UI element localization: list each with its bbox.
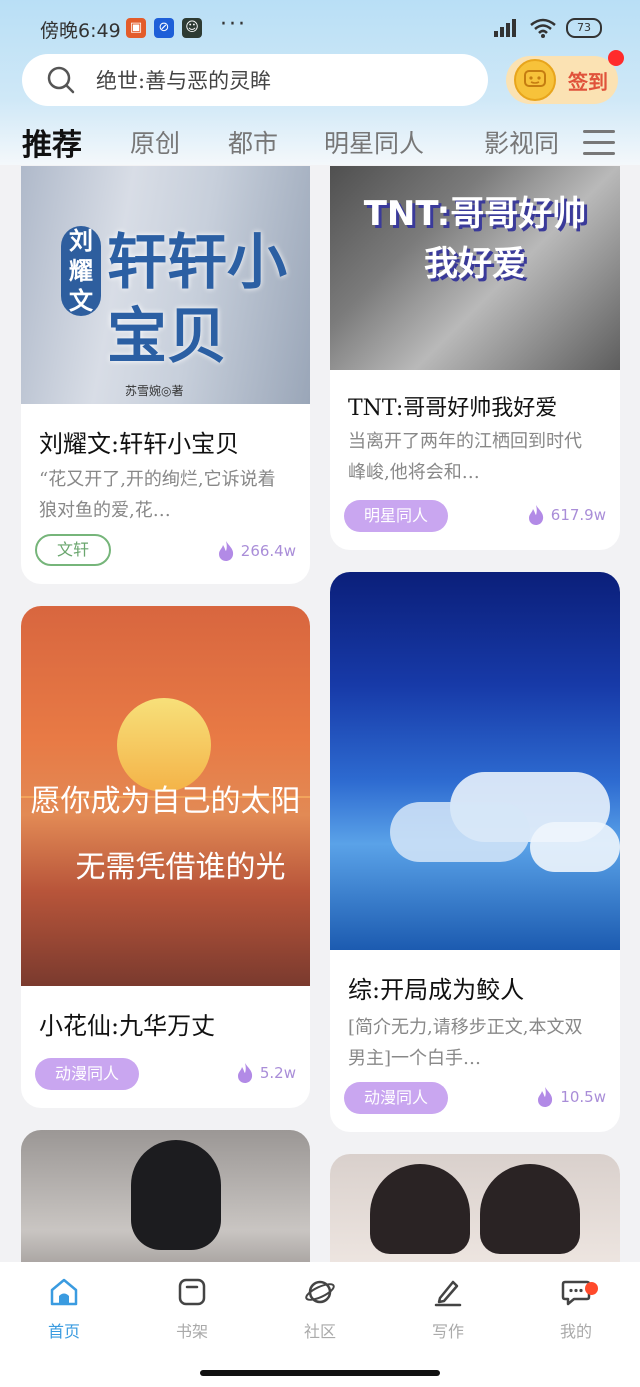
book-card[interactable]: TNT:哥哥好帅 我好爱 TNT:哥哥好帅我好爱 当离开了两年的江栖回到时代峰峻… (330, 166, 620, 550)
book-card[interactable] (330, 1154, 620, 1262)
flame-icon (538, 1087, 553, 1107)
book-cover (330, 572, 620, 950)
heat-count: 10.5w (536, 1086, 606, 1108)
heat-value: 10.5w (560, 1088, 606, 1106)
status-indicators: 73 (492, 18, 602, 38)
nav-label: 写作 (431, 1322, 464, 1341)
book-cover: 刘耀文 轩轩小宝贝 苏雪婉◎著 (21, 166, 310, 404)
battery-icon: 73 (566, 18, 602, 38)
book-title: 刘耀文:轩轩小宝贝 (39, 430, 240, 458)
book-description: “花又开了,开的绚烂,它诉说着狼对鱼的爱,花… (39, 469, 276, 521)
nav-profile[interactable]: 我的 (536, 1276, 616, 1342)
book-card[interactable]: 愿你成为自己的太阳 无需凭借谁的光 小花仙:九华万丈 动漫同人 5.2w (21, 606, 310, 1108)
cover-line2: 无需凭借谁的光 (75, 850, 286, 885)
cover-line1: 愿你成为自己的太阳 (30, 784, 301, 819)
notification-badge (585, 1282, 598, 1295)
nav-write[interactable]: 写作 (408, 1276, 488, 1342)
wifi-icon (530, 18, 556, 38)
cloud-graphic (530, 822, 620, 872)
nav-label: 首页 (47, 1322, 80, 1341)
nav-bookshelf[interactable]: 书架 (152, 1276, 232, 1342)
cover-author: 苏雪婉◎著 (125, 384, 184, 398)
book-cover: TNT:哥哥好帅 我好爱 (330, 166, 620, 370)
book-card[interactable] (21, 1130, 310, 1262)
category-tabs: 推荐 原创 都市 明星同人 影视同 (0, 118, 640, 166)
tab-urban[interactable]: 都市 (228, 124, 278, 160)
book-title: 小花仙:九华万丈 (39, 1012, 216, 1040)
search-placeholder: 绝世:善与恶的灵眸 (96, 69, 272, 93)
book-cover (330, 1154, 620, 1262)
cover-line2: 我好爱 (424, 244, 526, 284)
heat-count: 266.4w (217, 540, 296, 562)
portrait-graphic (480, 1164, 580, 1254)
status-app-icons: ▣ ⊘ ☺ (126, 18, 202, 38)
planet-icon (305, 1280, 335, 1304)
home-indicator[interactable] (200, 1370, 440, 1376)
category-menu-icon[interactable] (583, 130, 615, 156)
signal-icon (494, 19, 516, 37)
tab-film-fanfic[interactable]: 影视同 (484, 124, 559, 160)
book-cover (21, 1130, 310, 1262)
heat-value: 266.4w (240, 542, 296, 560)
book-tag[interactable]: 动漫同人 (35, 1058, 140, 1090)
cloud-graphic (390, 802, 530, 862)
coin-face-icon (514, 59, 556, 101)
search-input[interactable]: 绝世:善与恶的灵眸 (22, 54, 488, 106)
flame-icon (237, 1063, 253, 1083)
book-title: TNT:哥哥好帅我好爱 (348, 396, 558, 421)
search-icon (47, 66, 75, 94)
nav-label: 社区 (303, 1322, 336, 1341)
bookshelf-icon (178, 1278, 206, 1306)
checkin-badge (608, 50, 624, 66)
book-tag[interactable]: 动漫同人 (344, 1082, 449, 1114)
book-title: 综:开局成为鲛人 (348, 976, 525, 1004)
flame-icon (528, 505, 543, 525)
book-description: [简介无力,请移步正文,本文双男主]一个白手… (348, 1017, 583, 1069)
notification-mask-icon: ☺ (182, 18, 202, 38)
heat-count: 5.2w (236, 1062, 296, 1084)
bottom-navigation: 首页 书架 社区 写作 我的 (0, 1262, 640, 1387)
status-time: 傍晚6:49 (40, 20, 121, 42)
pen-icon (434, 1280, 462, 1307)
nav-community[interactable]: 社区 (280, 1276, 360, 1342)
book-description: 当离开了两年的江栖回到时代峰峻,他将会和… (348, 431, 582, 483)
heat-count: 617.9w (527, 504, 606, 526)
tab-recommend[interactable]: 推荐 (22, 120, 82, 164)
tab-original[interactable]: 原创 (130, 124, 180, 160)
nav-label: 我的 (559, 1322, 592, 1341)
tab-celebrity-fanfic[interactable]: 明星同人 (324, 124, 424, 160)
cover-title: 轩轩小宝贝 (107, 228, 287, 372)
notification-app-icon: ▣ (126, 18, 146, 38)
checkin-button[interactable]: 签到 (506, 50, 624, 104)
portrait-graphic (370, 1164, 470, 1254)
checkin-label: 签到 (568, 69, 608, 94)
recommend-feed: 刘耀文 轩轩小宝贝 苏雪婉◎著 刘耀文:轩轩小宝贝 “花又开了,开的绚烂,它诉说… (0, 166, 640, 1262)
cover-vertical-name: 刘耀文 (61, 226, 101, 316)
nav-home[interactable]: 首页 (24, 1276, 104, 1342)
book-tag[interactable]: 文轩 (35, 534, 112, 566)
home-icon (50, 1278, 78, 1306)
book-card[interactable]: 综:开局成为鲛人 [简介无力,请移步正文,本文双男主]一个白手… 动漫同人 10… (330, 572, 620, 1132)
more-notifications-icon: ··· (220, 12, 247, 37)
heat-value: 617.9w (550, 506, 606, 524)
heat-value: 5.2w (259, 1064, 296, 1082)
book-cover: 愿你成为自己的太阳 无需凭借谁的光 (21, 606, 310, 986)
notification-block-icon: ⊘ (154, 18, 174, 38)
cover-line1: TNT:哥哥好帅 (363, 194, 587, 234)
portrait-graphic (131, 1140, 221, 1250)
book-tag[interactable]: 明星同人 (344, 500, 449, 532)
book-card[interactable]: 刘耀文 轩轩小宝贝 苏雪婉◎著 刘耀文:轩轩小宝贝 “花又开了,开的绚烂,它诉说… (21, 166, 310, 584)
flame-icon (218, 541, 233, 561)
nav-label: 书架 (175, 1322, 208, 1341)
status-bar: 傍晚6:49 ▣ ⊘ ☺ ··· 73 (0, 0, 640, 58)
